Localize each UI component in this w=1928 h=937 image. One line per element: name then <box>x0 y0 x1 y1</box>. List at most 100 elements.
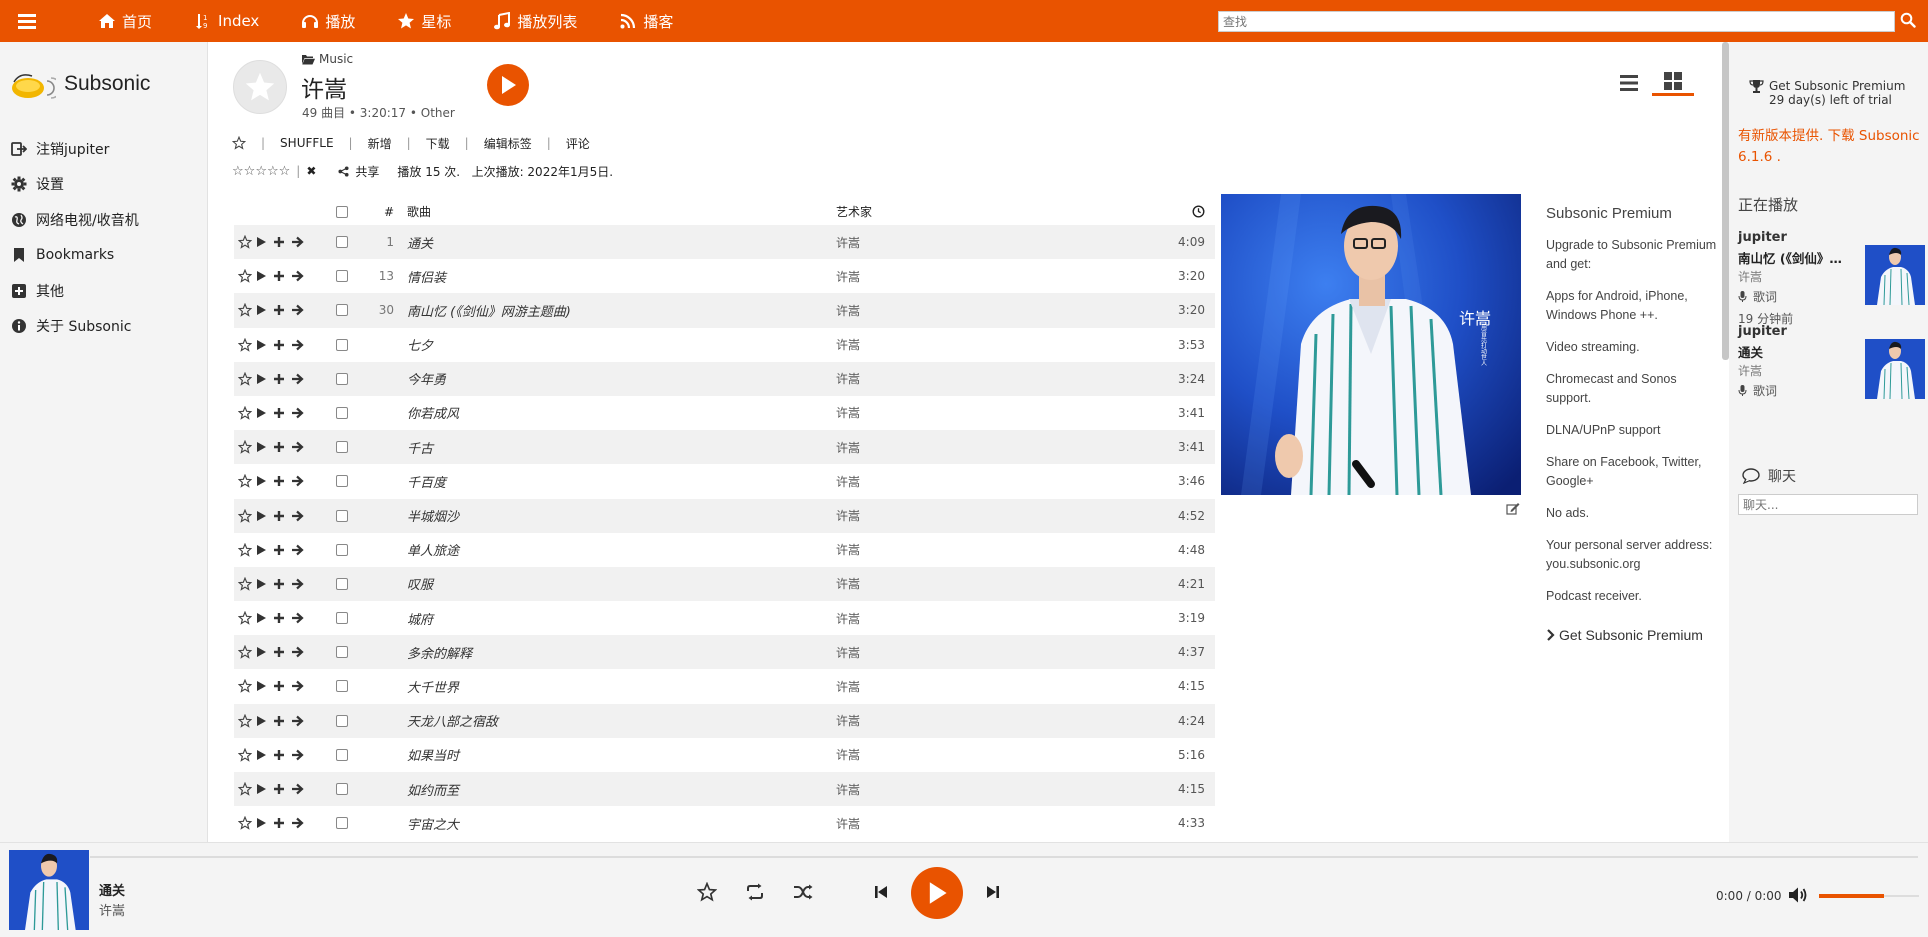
chat-input[interactable] <box>1738 494 1918 515</box>
track-add-icon[interactable] <box>273 601 289 635</box>
track-add-icon[interactable] <box>273 464 289 498</box>
track-star-icon[interactable] <box>238 669 254 703</box>
track-artist[interactable]: 许嵩 <box>836 430 860 464</box>
track-add-icon[interactable] <box>273 704 289 738</box>
track-play-next-icon[interactable] <box>291 464 307 498</box>
track-play-icon[interactable] <box>255 601 271 635</box>
track-title[interactable]: 城府 <box>407 601 433 635</box>
shuffle-button[interactable]: SHUFFLE <box>280 136 334 150</box>
track-star-icon[interactable] <box>238 430 254 464</box>
track-add-icon[interactable] <box>273 259 289 293</box>
track-add-icon[interactable] <box>273 293 289 327</box>
track-artist[interactable]: 许嵩 <box>836 635 860 669</box>
track-play-next-icon[interactable] <box>291 499 307 533</box>
shuffle-toggle-button[interactable] <box>791 881 815 903</box>
track-artist[interactable]: 许嵩 <box>836 259 860 293</box>
player-play-button[interactable] <box>911 867 963 919</box>
table-row[interactable]: 半城烟沙 许嵩 4:52 <box>234 498 1215 533</box>
track-star-icon[interactable] <box>238 293 254 327</box>
track-artist[interactable]: 许嵩 <box>836 499 860 533</box>
track-star-icon[interactable] <box>238 362 254 396</box>
track-play-icon[interactable] <box>255 567 271 601</box>
track-title[interactable]: 单人旅途 <box>407 533 459 567</box>
track-star-icon[interactable] <box>238 499 254 533</box>
track-checkbox[interactable] <box>336 738 350 772</box>
track-checkbox[interactable] <box>336 396 350 430</box>
sidebar-item-settings[interactable]: 设置 <box>11 167 139 203</box>
table-row[interactable]: 叹服 许嵩 4:21 <box>234 566 1215 602</box>
table-row[interactable]: 千古 许嵩 3:41 <box>234 430 1215 465</box>
track-title[interactable]: 大千世界 <box>407 669 459 703</box>
repeat-button[interactable] <box>743 881 767 903</box>
table-row[interactable]: 如约而至 许嵩 4:15 <box>234 772 1215 807</box>
comment-button[interactable]: 评论 <box>566 135 590 152</box>
select-all-checkbox[interactable] <box>336 198 350 225</box>
track-artist[interactable]: 许嵩 <box>836 567 860 601</box>
track-title[interactable]: 天龙八部之宿敌 <box>407 704 498 738</box>
track-artist[interactable]: 许嵩 <box>836 328 860 362</box>
track-add-icon[interactable] <box>273 430 289 464</box>
album-cover-image[interactable]: 许嵩 用音乐打动世人 <box>1221 194 1521 495</box>
player-song-title[interactable]: 通关 <box>99 880 125 899</box>
get-premium-link[interactable]: Get Subsonic Premium <box>1546 627 1721 643</box>
track-add-icon[interactable] <box>273 635 289 669</box>
track-play-next-icon[interactable] <box>291 738 307 772</box>
now-playing-cover[interactable] <box>1865 339 1925 399</box>
track-add-icon[interactable] <box>273 567 289 601</box>
track-star-icon[interactable] <box>238 464 254 498</box>
track-play-next-icon[interactable] <box>291 362 307 396</box>
track-play-next-icon[interactable] <box>291 328 307 362</box>
sidebar-item-bookmarks[interactable]: Bookmarks <box>11 238 139 274</box>
table-row[interactable]: 天龙八部之宿敌 许嵩 4:24 <box>234 703 1215 738</box>
table-row[interactable]: 七夕 许嵩 3:53 <box>234 328 1215 362</box>
rating-star-1[interactable]: ☆ <box>232 164 244 179</box>
track-add-icon[interactable] <box>273 738 289 772</box>
track-add-icon[interactable] <box>273 396 289 430</box>
volume-slider[interactable] <box>1819 894 1919 898</box>
sidebar-item-about[interactable]: 关于 Subsonic <box>11 309 139 345</box>
track-title[interactable]: 宇宙之大 <box>407 806 459 840</box>
track-artist[interactable]: 许嵩 <box>836 772 860 806</box>
track-artist[interactable]: 许嵩 <box>836 396 860 430</box>
album-play-button[interactable] <box>487 64 529 106</box>
table-row[interactable]: 单人旅途 许嵩 4:48 <box>234 533 1215 567</box>
premium-trial-link[interactable]: Get Subsonic Premium 29 day(s) left of t… <box>1749 79 1905 107</box>
track-title[interactable]: 千古 <box>407 430 433 464</box>
track-play-next-icon[interactable] <box>291 601 307 635</box>
track-checkbox[interactable] <box>336 806 350 840</box>
track-play-next-icon[interactable] <box>291 704 307 738</box>
track-play-icon[interactable] <box>255 430 271 464</box>
track-play-icon[interactable] <box>255 225 271 259</box>
table-row[interactable]: 13 情侣装 许嵩 3:20 <box>234 259 1215 293</box>
download-button[interactable]: 下载 <box>426 135 450 152</box>
track-title[interactable]: 情侣装 <box>407 259 446 293</box>
app-logo[interactable]: Subsonic <box>10 68 150 100</box>
track-checkbox[interactable] <box>336 704 350 738</box>
track-play-icon[interactable] <box>255 499 271 533</box>
track-play-icon[interactable] <box>255 328 271 362</box>
track-title[interactable]: 半城烟沙 <box>407 499 459 533</box>
track-artist[interactable]: 许嵩 <box>836 669 860 703</box>
list-view-button[interactable] <box>1618 72 1640 94</box>
nav-playlists[interactable]: 播放列表 <box>493 11 577 32</box>
playback-progress-bar[interactable] <box>90 856 1918 858</box>
rating-star-5[interactable]: ☆ <box>279 164 291 179</box>
track-star-icon[interactable] <box>238 225 254 259</box>
track-checkbox[interactable] <box>336 328 350 362</box>
clear-rating-icon[interactable]: ✖ <box>306 164 316 178</box>
table-row[interactable]: 多余的解释 许嵩 4:37 <box>234 635 1215 670</box>
track-play-icon[interactable] <box>255 635 271 669</box>
track-play-next-icon[interactable] <box>291 533 307 567</box>
player-star-button[interactable] <box>696 881 718 903</box>
table-row[interactable]: 今年勇 许嵩 3:24 <box>234 361 1215 396</box>
track-checkbox[interactable] <box>336 362 350 396</box>
track-play-icon[interactable] <box>255 533 271 567</box>
next-track-button[interactable] <box>983 882 1003 902</box>
nav-index[interactable]: 19 Index <box>194 12 259 30</box>
search-icon[interactable] <box>1900 12 1916 28</box>
track-add-icon[interactable] <box>273 225 289 259</box>
track-star-icon[interactable] <box>238 806 254 840</box>
previous-track-button[interactable] <box>871 882 891 902</box>
table-row[interactable]: 30 南山忆 (《剑仙》网游主题曲) 许嵩 3:20 <box>234 293 1215 328</box>
track-title[interactable]: 如果当时 <box>407 738 459 772</box>
